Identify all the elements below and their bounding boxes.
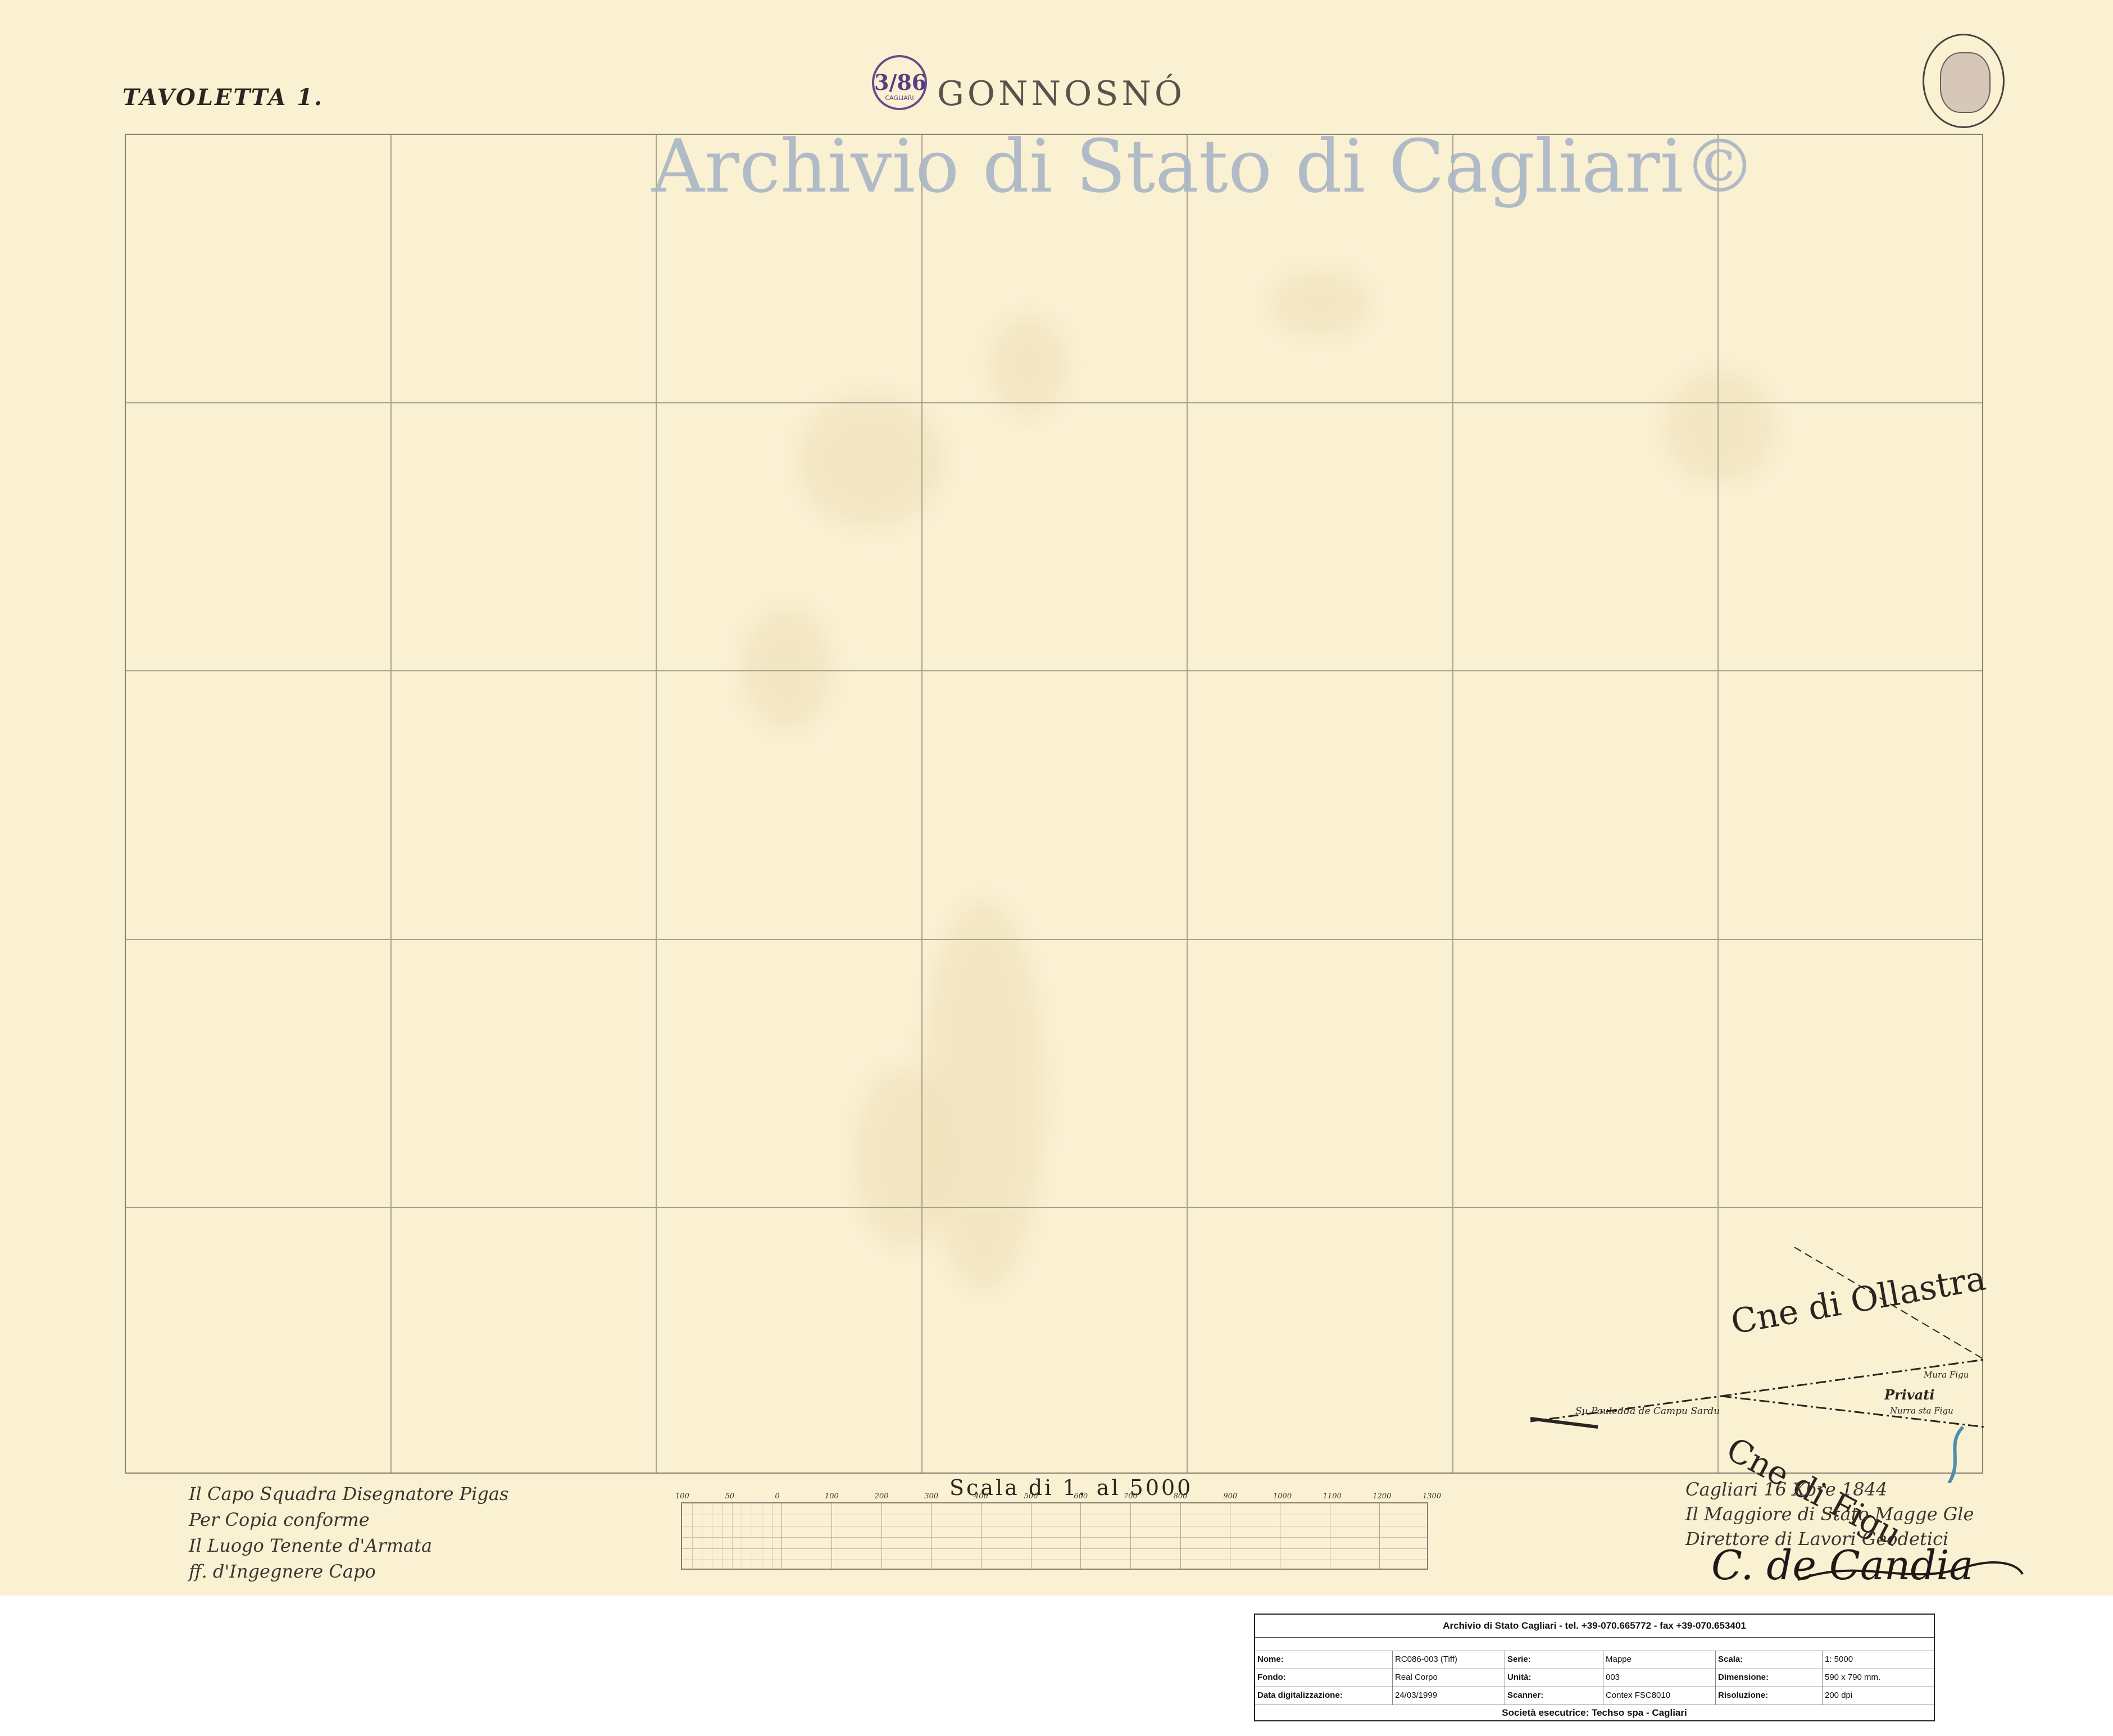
note-left-line-4: ff. d'Ingegnere Capo (189, 1561, 376, 1582)
grid-line-horizontal (126, 939, 1982, 940)
scale-tick-label: 1200 (1373, 1492, 1392, 1501)
grid-line-vertical (1187, 135, 1188, 1473)
scale-tick-label: 600 (1074, 1492, 1088, 1501)
scale-bar (681, 1502, 1428, 1570)
place-mura-figu: Mura Figu (1924, 1370, 1969, 1380)
info-value: Contex FSC8010 (1603, 1687, 1716, 1705)
scale-subdivision (692, 1503, 693, 1569)
scale-tick-label: 1000 (1273, 1492, 1292, 1501)
scale-division (831, 1503, 832, 1569)
scale-tick-label: 900 (1223, 1492, 1238, 1501)
info-key: Fondo: (1255, 1669, 1393, 1687)
map-title: GONNOSNÓ (937, 74, 1186, 113)
scale-tick-label: 300 (924, 1492, 939, 1501)
grid-line-vertical (1452, 135, 1453, 1473)
scale-tick-label: 1100 (1323, 1492, 1342, 1501)
info-key: Scanner: (1505, 1687, 1603, 1705)
scale-tick-label: 100 (675, 1492, 689, 1501)
info-table-header: Archivio di Stato Cagliari - tel. +39-07… (1255, 1615, 1934, 1638)
info-key: Dimensione: (1716, 1669, 1823, 1687)
map-grid-frame: Cne di Ollastra Cne di Figu Privati Su P… (125, 134, 1989, 1554)
info-key: Risoluzione: (1716, 1687, 1823, 1705)
scale-tick-label: 800 (1173, 1492, 1188, 1501)
signature-flourish (1797, 1561, 2024, 1581)
place-nurra-figu: Nurra sta Figu (1890, 1406, 1953, 1416)
info-value: 003 (1603, 1669, 1716, 1687)
note-right-line-2: Il Maggiore di Stato Magge Gle (1685, 1503, 1974, 1525)
scale-division (1080, 1503, 1082, 1569)
note-left-line-3: Il Luogo Tenente d'Armata (189, 1535, 433, 1556)
scale-division (881, 1503, 882, 1569)
scale-bar-rule (682, 1548, 1427, 1549)
archive-number-stamp: 3/86 CAGLIARI (872, 55, 927, 110)
scale-tick-label: 500 (1024, 1492, 1038, 1501)
seal-emblem (1940, 52, 1991, 113)
info-value: 24/03/1999 (1393, 1687, 1505, 1705)
info-value: Mappe (1603, 1651, 1716, 1669)
road-segment (1530, 1417, 1598, 1429)
note-left-line-1: Il Capo Squadra Disegnatore Pigas (189, 1483, 509, 1505)
tavoletta-label: TAVOLETTA 1. (122, 84, 324, 111)
scale-subdivision (771, 1503, 773, 1569)
place-privati: Privati (1884, 1387, 1935, 1403)
place-su-pauledda: Su Pauledda de Campu Sardu (1575, 1406, 1720, 1417)
info-value: 590 x 790 mm. (1825, 1673, 1881, 1682)
info-key: Unità: (1505, 1669, 1603, 1687)
map-sheet: TAVOLETTA 1. 3/86 CAGLIARI GONNOSNÓ Cne … (0, 0, 2113, 1596)
info-row: Fondo: Real Corpo Unità: 003 Dimensione:… (1255, 1669, 1934, 1687)
scale-tick-label: 100 (825, 1492, 839, 1501)
scale-tick-label: 0 (775, 1492, 780, 1501)
scale-tick-label: 50 (725, 1492, 735, 1501)
grid-line-horizontal (126, 670, 1982, 671)
info-table-spacer (1255, 1637, 1934, 1651)
info-row: Nome: RC086-003 (Tiff) Serie: Mappe Scal… (1255, 1651, 1934, 1669)
archive-info-table: Archivio di Stato Cagliari - tel. +39-07… (1254, 1614, 1935, 1721)
info-key: Data digitalizzazione: (1255, 1687, 1393, 1705)
info-value: 1: 5000 (1825, 1655, 1853, 1664)
grid-line-vertical (390, 135, 392, 1473)
info-value: Real Corpo (1393, 1669, 1505, 1687)
stamp-ring-text: CAGLIARI (885, 94, 914, 102)
scale-bar-rule (682, 1537, 1427, 1538)
stamp-number: 3/86 (874, 70, 927, 95)
info-key: Nome: (1255, 1651, 1393, 1669)
scale-division (1379, 1503, 1380, 1569)
archive-watermark: Archivio di Stato di Cagliari© (652, 124, 1757, 209)
river-line (1947, 1425, 1965, 1483)
scale-tick-label: 200 (874, 1492, 889, 1501)
note-right-line-1: Cagliari 16 Xbre 1844 (1685, 1479, 1888, 1500)
scale-tick-label: 400 (974, 1492, 988, 1501)
scale-tick-label: 1300 (1423, 1492, 1442, 1501)
info-key: Serie: (1505, 1651, 1603, 1669)
archive-seal-icon (1923, 34, 2005, 128)
info-row: Data digitalizzazione: 24/03/1999 Scanne… (1255, 1687, 1934, 1705)
map-page: TAVOLETTA 1. 3/86 CAGLIARI GONNOSNÓ Cne … (0, 0, 2113, 1736)
grid-line-vertical (656, 135, 657, 1473)
note-left-line-2: Per Copia conforme (189, 1509, 370, 1530)
info-table-footer: Società esecutrice: Techso spa - Cagliar… (1502, 1707, 1687, 1718)
scale-division (781, 1503, 783, 1569)
scale-tick-label: 700 (1124, 1492, 1138, 1501)
grid-line-horizontal (126, 1207, 1982, 1208)
scale-division (1180, 1503, 1181, 1569)
info-value: 200 dpi (1825, 1690, 1853, 1700)
info-value: RC086-003 (Tiff) (1393, 1651, 1505, 1669)
scale-subdivision (731, 1503, 733, 1569)
grid-line-horizontal (126, 402, 1982, 403)
info-key: Scala: (1716, 1651, 1823, 1669)
grid-line-vertical (921, 135, 923, 1473)
scale-division (1130, 1503, 1131, 1569)
